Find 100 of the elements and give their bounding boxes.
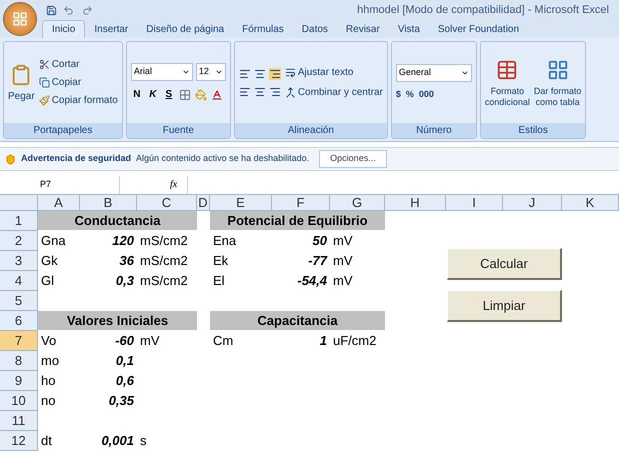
- row-header[interactable]: 11: [0, 411, 38, 431]
- format-painter-button[interactable]: Copiar formato: [38, 92, 118, 110]
- value-cell-text: 50: [312, 232, 328, 250]
- scissors-icon: [38, 59, 50, 70]
- row-header[interactable]: 1: [0, 211, 38, 231]
- undo-icon[interactable]: [63, 4, 74, 16]
- security-title: Advertencia de seguridad: [21, 152, 132, 166]
- row-header[interactable]: 10: [0, 391, 38, 411]
- value-cell-text: 1: [318, 332, 328, 350]
- section-header: Potencial de Equilibrio: [210, 211, 385, 231]
- column-header[interactable]: G: [330, 195, 385, 211]
- options-button[interactable]: Opciones...: [319, 150, 387, 168]
- unit-cell-text: mS/cm2: [139, 232, 189, 250]
- value-cell-text: 36: [118, 252, 135, 270]
- ribbon-tab[interactable]: Inicio: [42, 20, 86, 38]
- format-table-button[interactable]: Dar formato como tabla: [534, 58, 582, 108]
- ribbon-tab[interactable]: Diseño de página: [137, 20, 234, 38]
- bold-button[interactable]: N: [130, 87, 143, 102]
- column-header[interactable]: I: [446, 195, 503, 211]
- align-top-icon[interactable]: [238, 68, 251, 80]
- group-label: Número: [392, 123, 476, 138]
- paste-button[interactable]: Pegar: [8, 61, 35, 104]
- ribbon-tab[interactable]: Revisar: [336, 20, 389, 38]
- macro-button[interactable]: Calcular: [447, 248, 562, 280]
- column-header[interactable]: E: [210, 195, 272, 211]
- number-format-field[interactable]: General: [396, 64, 472, 82]
- percent-button[interactable]: %: [406, 88, 414, 102]
- align-right-icon[interactable]: [268, 86, 281, 98]
- merge-center-button[interactable]: Combinar y centrar: [284, 84, 383, 102]
- group-label: Fuente: [126, 123, 230, 138]
- column-header[interactable]: F: [272, 195, 330, 211]
- ribbon-tab[interactable]: Vista: [388, 20, 429, 38]
- row-header[interactable]: 4: [0, 271, 38, 291]
- align-center-icon[interactable]: [254, 86, 266, 98]
- row-header[interactable]: 12: [0, 431, 38, 451]
- value-cell-text: -54,4: [296, 272, 328, 290]
- borders-icon[interactable]: [178, 88, 191, 100]
- value-cell-text: 120: [111, 232, 135, 250]
- group-label: Alineación: [234, 123, 387, 138]
- ribbon-tab[interactable]: Solver Foundation: [428, 20, 528, 38]
- variable-cell-text: Vo: [40, 332, 58, 350]
- align-left-icon[interactable]: [238, 86, 251, 98]
- font-name-field[interactable]: Arial: [130, 63, 193, 81]
- row-header[interactable]: 3: [0, 251, 38, 271]
- variable-cell-text: Ena: [212, 232, 238, 250]
- caret-icon: [214, 68, 223, 76]
- row-header[interactable]: 7: [0, 331, 38, 351]
- unit-cell-text: s: [139, 432, 148, 450]
- redo-icon[interactable]: [82, 4, 93, 16]
- wrap-text-button[interactable]: Ajustar texto: [284, 64, 383, 82]
- variable-cell-text: ho: [40, 372, 56, 390]
- copy-button[interactable]: Copiar: [38, 74, 118, 92]
- font-color-icon[interactable]: [210, 88, 223, 100]
- paintbrush-icon: [38, 95, 50, 106]
- unit-cell-text: mS/cm2: [139, 252, 189, 270]
- row-header[interactable]: 8: [0, 351, 38, 371]
- column-header[interactable]: C: [137, 195, 197, 211]
- row-header[interactable]: 5: [0, 291, 38, 311]
- font-size-field[interactable]: 12: [196, 63, 226, 81]
- security-message: Algún contenido activo se ha deshabilitado.: [136, 152, 310, 166]
- column-header[interactable]: A: [38, 195, 80, 211]
- merge-icon: [284, 87, 296, 98]
- row-header[interactable]: 6: [0, 311, 38, 331]
- value-cell-text: -77: [307, 252, 328, 270]
- value-cell-text: 0,6: [114, 372, 135, 390]
- variable-cell-text: dt: [40, 432, 53, 450]
- ribbon-tab[interactable]: Fórmulas: [233, 20, 293, 38]
- wrap-text-icon: [284, 67, 296, 78]
- value-cell-text: 0,1: [114, 352, 135, 370]
- italic-button[interactable]: K: [146, 87, 159, 102]
- underline-button[interactable]: S: [162, 87, 175, 102]
- office-logo-icon: [12, 11, 28, 27]
- cut-button[interactable]: Cortar: [38, 56, 118, 74]
- unit-cell-text: mV: [332, 272, 354, 290]
- column-header[interactable]: D: [197, 195, 210, 211]
- ribbon-tab[interactable]: Datos: [292, 20, 337, 38]
- variable-cell-text: Cm: [212, 332, 234, 350]
- value-cell-text: 0,001: [100, 432, 135, 450]
- row-header[interactable]: 9: [0, 371, 38, 391]
- column-header[interactable]: K: [562, 195, 619, 211]
- align-middle-icon[interactable]: [254, 68, 266, 80]
- section-header: Valores Iniciales: [38, 311, 197, 331]
- fill-color-icon[interactable]: [194, 88, 207, 100]
- column-header[interactable]: J: [503, 195, 562, 211]
- save-icon[interactable]: [46, 4, 57, 16]
- ribbon-tab[interactable]: Insertar: [85, 20, 138, 38]
- align-bottom-icon[interactable]: [268, 68, 281, 80]
- currency-button[interactable]: $: [396, 88, 401, 102]
- conditional-format-button[interactable]: Formato condicional: [484, 58, 530, 108]
- thousands-button[interactable]: 000: [418, 88, 434, 102]
- row-header[interactable]: 2: [0, 231, 38, 251]
- variable-cell-text: Gna: [40, 232, 67, 250]
- shield-icon: [5, 154, 16, 164]
- unit-cell-text: uF/cm2: [332, 332, 378, 350]
- macro-button[interactable]: Limpiar: [447, 290, 562, 322]
- column-header[interactable]: H: [385, 195, 446, 211]
- name-box[interactable]: P7: [0, 176, 120, 194]
- insert-function-label[interactable]: fx: [170, 177, 178, 192]
- column-header[interactable]: B: [80, 195, 137, 211]
- value-cell-text: 0,35: [108, 392, 136, 410]
